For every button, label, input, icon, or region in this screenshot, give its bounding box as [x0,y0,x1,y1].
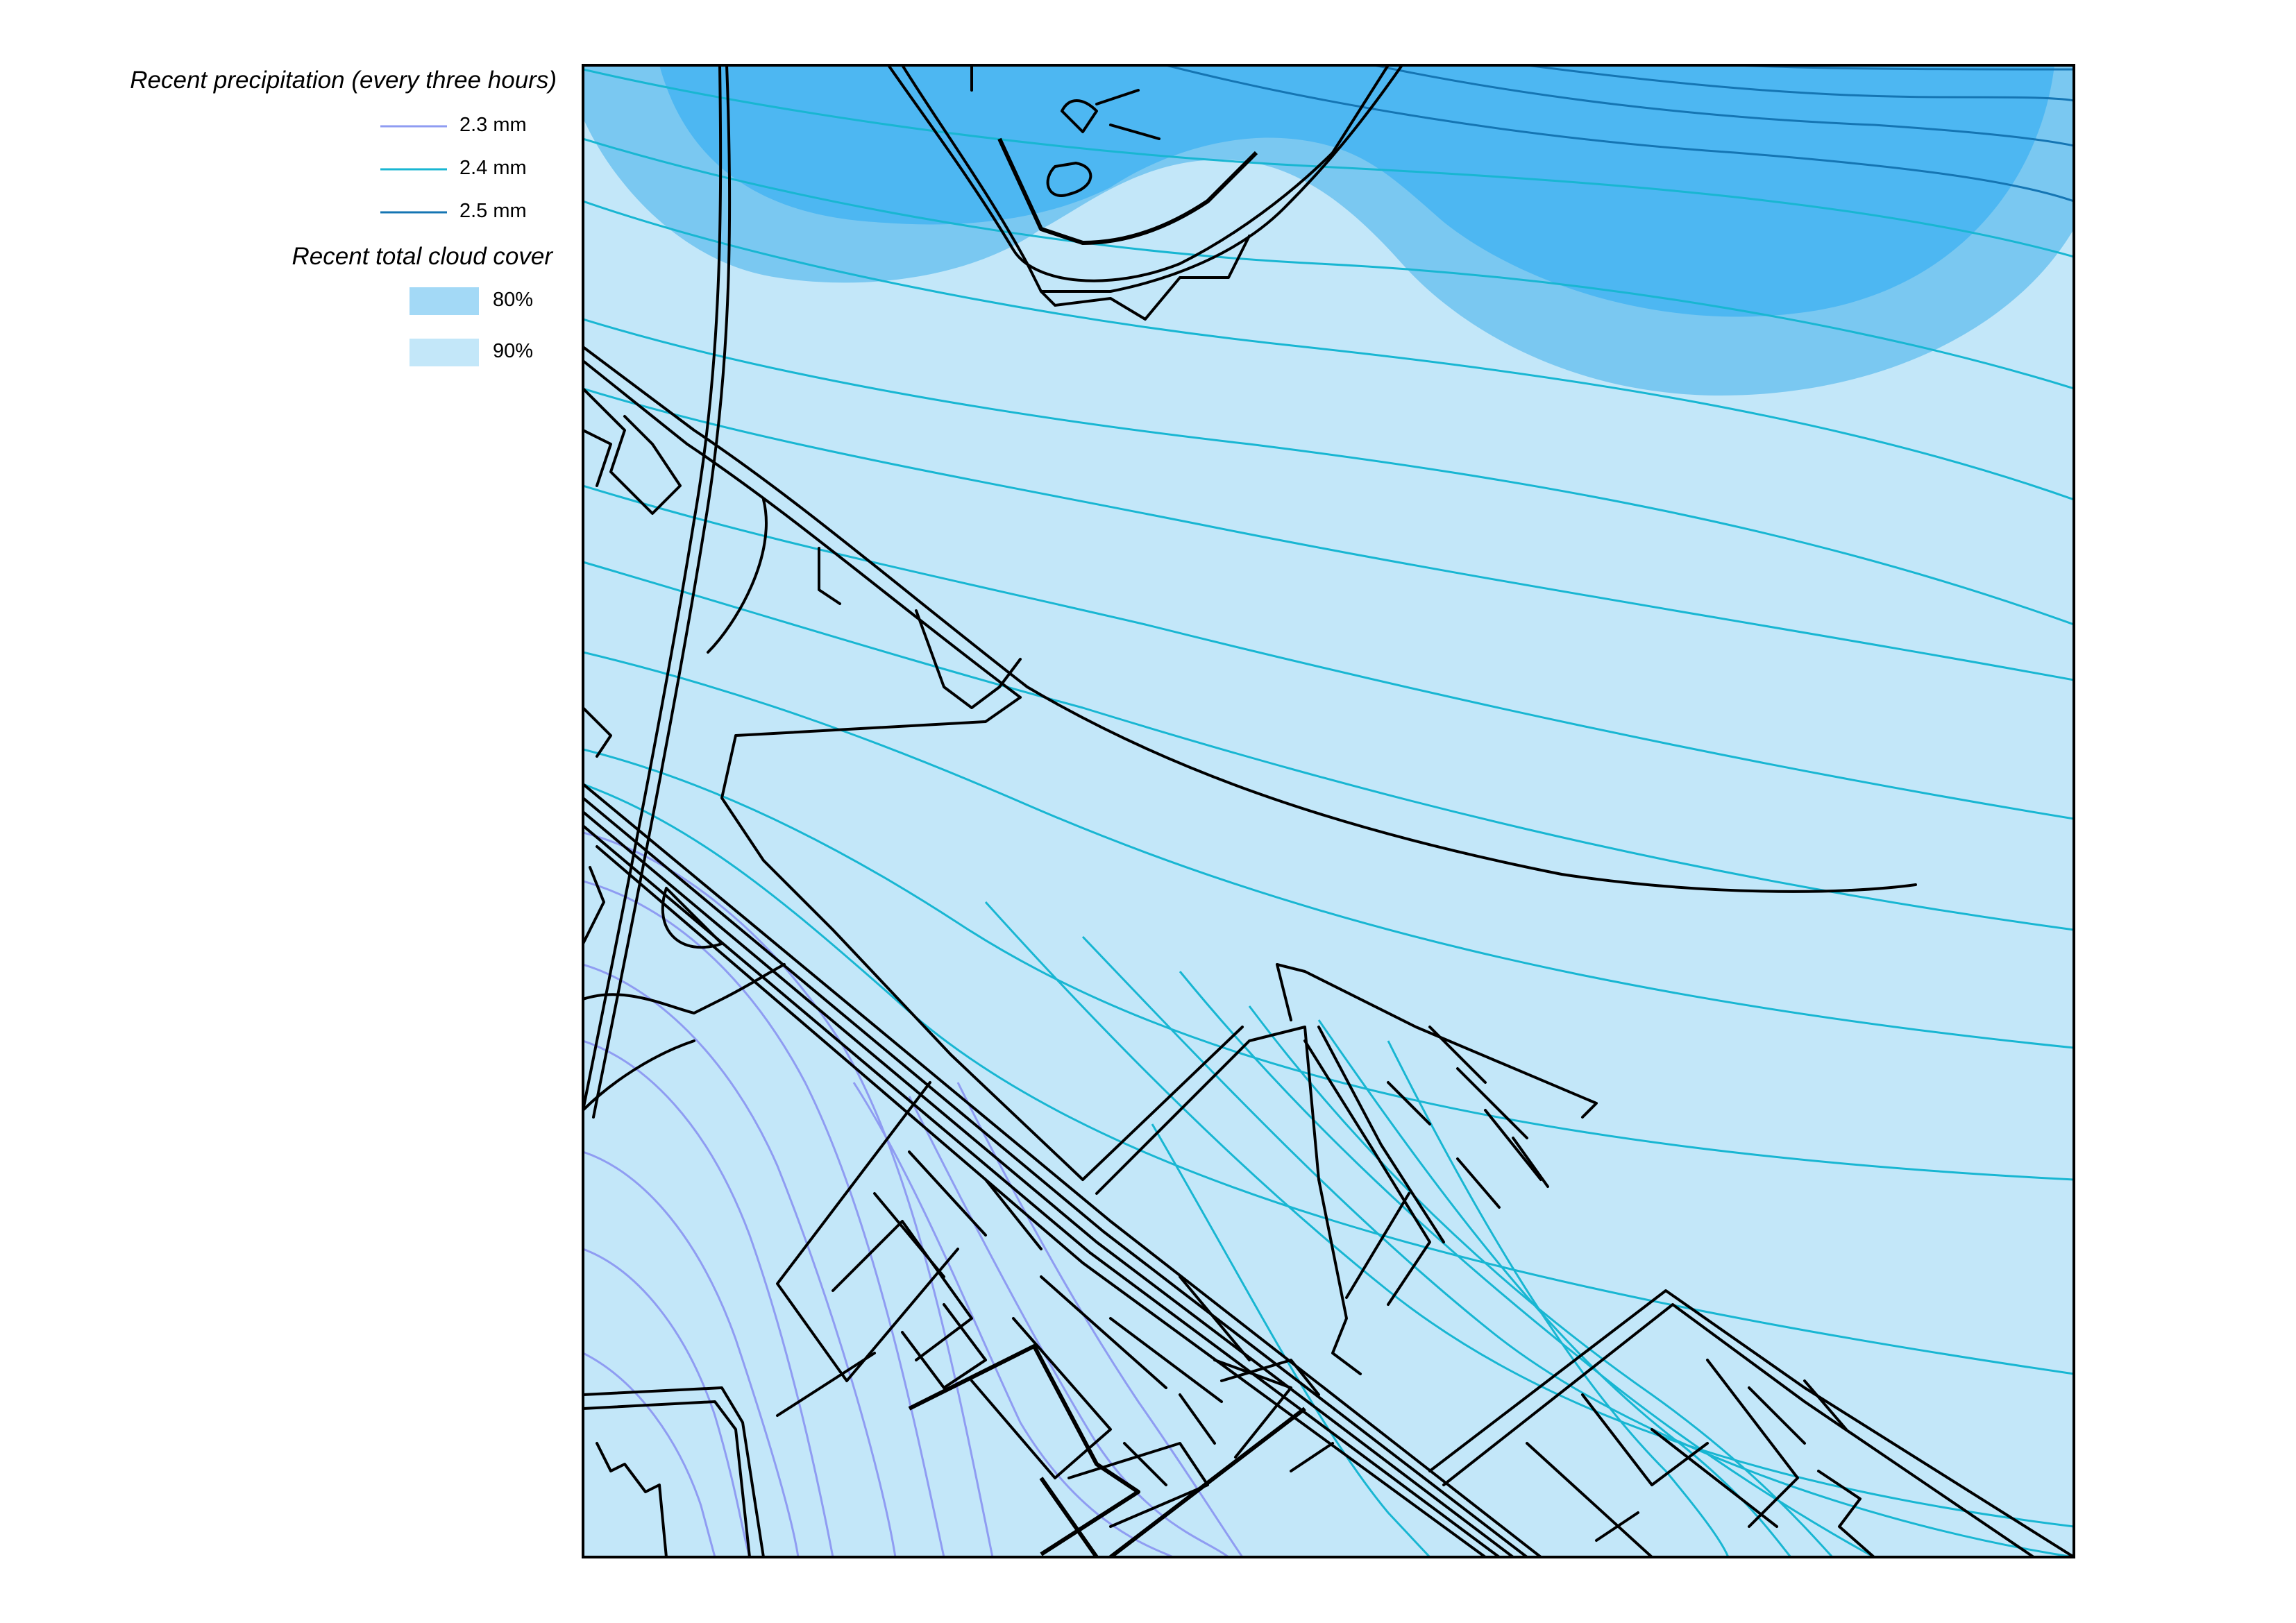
legend-precip-title: Recent precipitation (every three hours) [130,67,557,94]
legend-swatch-80 [410,287,479,315]
map-area [583,65,2074,1557]
legend-cloud-title: Recent total cloud cover [292,243,552,270]
legend-label-2-4mm: 2.4 mm [459,157,527,179]
legend-line-2-4mm [380,168,447,171]
legend-label-80: 80% [493,289,534,311]
legend-line-2-3mm [380,125,447,128]
legend-label-2-5mm: 2.5 mm [459,200,527,222]
legend-label-90: 90% [493,340,534,362]
legend-line-2-5mm [380,211,447,214]
legend-swatch-90 [410,339,479,366]
legend-label-2-3mm: 2.3 mm [459,114,527,136]
